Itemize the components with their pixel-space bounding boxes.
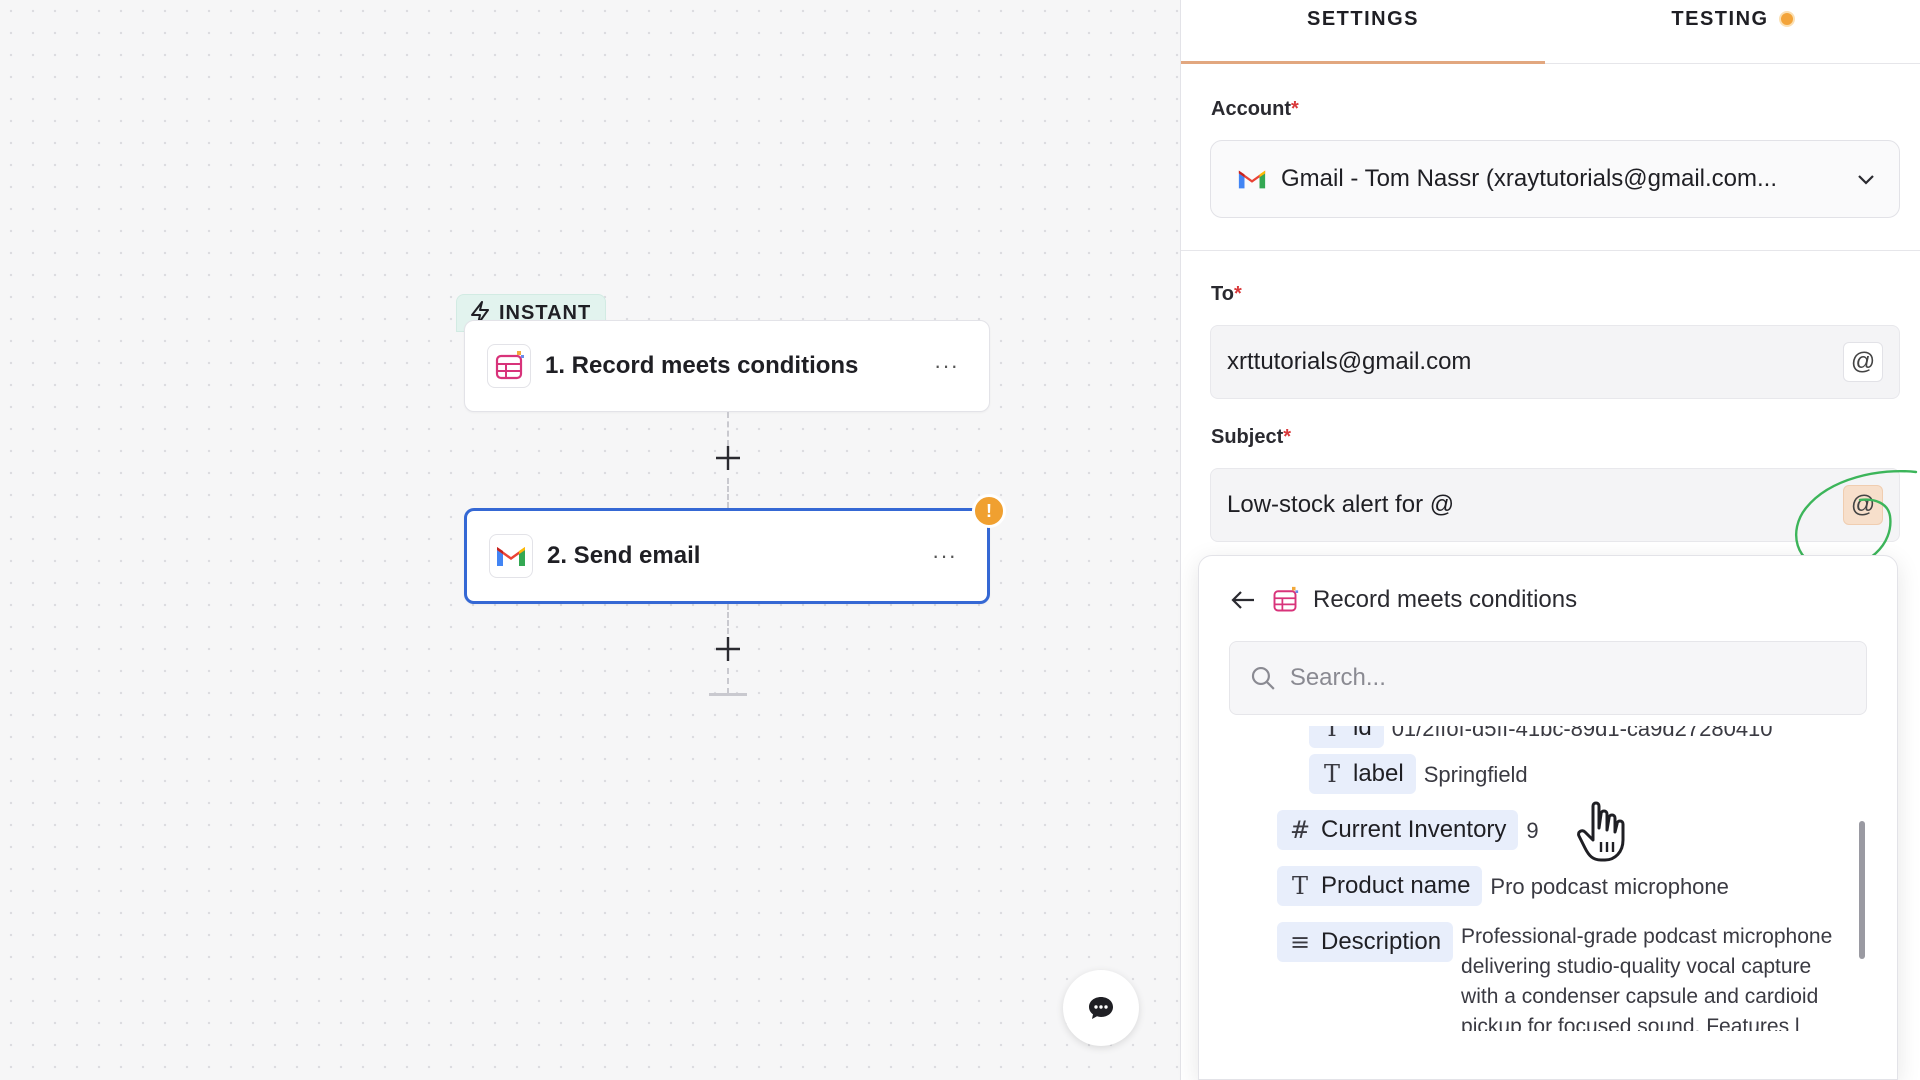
more-options-button[interactable]: ··· (924, 539, 965, 573)
add-step-button[interactable] (711, 441, 745, 475)
field-value: Springfield (1423, 762, 1528, 787)
account-label: Account* (1211, 98, 1299, 120)
hand-pointer-icon (1577, 801, 1625, 862)
workflow-canvas: INSTANT 1. Record meets conditions ··· 2… (0, 0, 1180, 1080)
field-pill[interactable]: # Current Inventory (1277, 810, 1519, 850)
plus-icon (716, 637, 740, 661)
chat-bubble-icon (1089, 997, 1113, 1019)
text-type-icon: T (1291, 872, 1308, 900)
field-name: Description (1321, 928, 1442, 955)
search-icon (1251, 666, 1275, 690)
tab-label: SETTINGS (1306, 8, 1419, 30)
step-send-email[interactable]: 2. Send email ··· (464, 508, 990, 604)
tab-settings[interactable]: SETTINGS (1181, 0, 1545, 64)
chevron-down-icon (1858, 175, 1874, 185)
field-value: Pro podcast microphone (1490, 874, 1729, 899)
text-type-icon: T (1323, 726, 1340, 742)
field-pill[interactable]: T id (1309, 726, 1384, 748)
field-pill[interactable]: ≡ Description (1277, 922, 1454, 962)
flow-end-cap (709, 693, 747, 696)
account-value: Gmail - Tom Nassr (xraytutorials@gmail.c… (1281, 165, 1778, 192)
field-name: Current Inventory (1321, 816, 1507, 843)
tab-testing[interactable]: TESTING (1545, 0, 1920, 64)
picker-header: Record meets conditions (1229, 586, 1577, 614)
insert-data-button[interactable]: @ (1843, 342, 1883, 382)
field-row-id[interactable]: T id 01/2ffof-d5ff-41bc-89d1-ca9d2728041… (1309, 726, 1773, 748)
subject-label: Subject* (1211, 426, 1292, 448)
field-row-product-name[interactable]: T Product name Pro podcast microphone (1277, 866, 1729, 906)
account-select[interactable]: Gmail - Tom Nassr (xraytutorials@gmail.c… (1210, 140, 1900, 218)
field-row-current-inventory[interactable]: # Current Inventory 9 (1277, 810, 1539, 850)
picker-field-list: T id 01/2ffof-d5ff-41bc-89d1-ca9d2728041… (1199, 726, 1861, 1031)
field-value: Professional-grade podcast microphone de… (1461, 925, 1833, 1031)
more-options-button[interactable]: ··· (926, 349, 967, 383)
data-picker-dropdown: Record meets conditions T id 01/2ffof-d5… (1198, 555, 1898, 1080)
field-value: 01/2ffof-d5ff-41bc-89d1-ca9d27280410 (1391, 726, 1773, 741)
step-title: 1. Record meets conditions (545, 352, 859, 379)
chat-button[interactable] (1063, 970, 1139, 1046)
picker-title: Record meets conditions (1313, 586, 1578, 613)
to-value: xrttutorials@gmail.com (1227, 348, 1472, 375)
field-pill[interactable]: T label (1309, 754, 1416, 794)
picker-scrollbar[interactable] (1859, 821, 1865, 959)
to-label: To* (1211, 283, 1242, 305)
step-record-meets-conditions[interactable]: 1. Record meets conditions ··· (464, 320, 990, 412)
field-value: 9 (1526, 818, 1539, 843)
picker-search[interactable] (1229, 641, 1867, 715)
field-row-label[interactable]: T label Springfield (1309, 754, 1528, 794)
connector-line (727, 668, 729, 694)
panel-tabs: SETTINGS TESTING (1181, 0, 1920, 64)
plus-icon (716, 446, 740, 470)
subject-value: Low-stock alert for @ (1227, 491, 1455, 518)
connector-line (727, 604, 729, 634)
to-field[interactable]: xrttutorials@gmail.com @ (1210, 325, 1900, 399)
add-step-button[interactable] (711, 632, 745, 666)
warning-icon[interactable]: ! (972, 494, 1006, 528)
field-pill[interactable]: T Product name (1277, 866, 1483, 906)
gmail-icon (489, 534, 533, 578)
tab-label: TESTING (1671, 8, 1769, 30)
tables-app-icon (487, 344, 531, 388)
step-title: 2. Send email (547, 542, 701, 569)
field-name: id (1353, 726, 1372, 741)
back-arrow-icon[interactable] (1229, 588, 1257, 612)
field-name: Product name (1321, 872, 1471, 899)
long-text-type-icon: ≡ (1289, 928, 1311, 956)
section-divider (1181, 250, 1920, 251)
connector-line (727, 478, 729, 508)
text-type-icon: T (1323, 760, 1340, 788)
number-type-icon: # (1289, 816, 1311, 844)
field-row-description[interactable]: ≡ Description Professional-grade podcast… (1277, 922, 1851, 1031)
search-input[interactable] (1289, 664, 1846, 692)
field-name: label (1353, 760, 1404, 787)
tables-app-icon (1273, 586, 1299, 612)
testing-status-dot (1778, 11, 1795, 27)
gmail-icon (1238, 170, 1266, 189)
